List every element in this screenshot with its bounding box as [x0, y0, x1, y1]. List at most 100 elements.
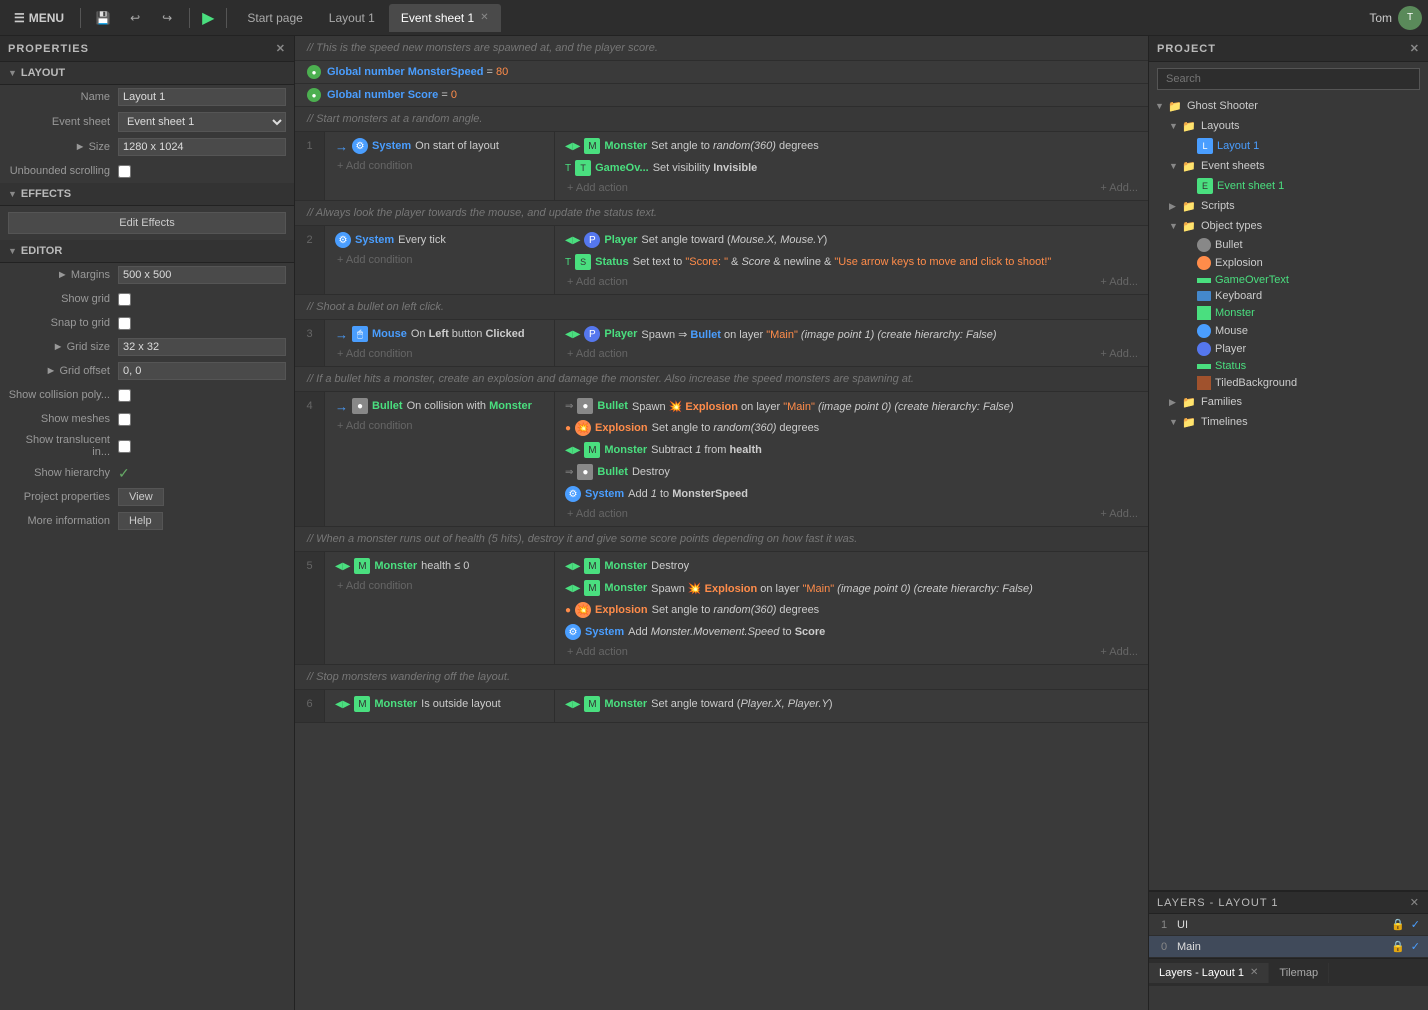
tab-layout-1[interactable]: Layout 1 — [317, 4, 387, 32]
tree-item-ghost-shooter[interactable]: ▼ 📁 Ghost Shooter — [1149, 96, 1428, 116]
show-collision-checkbox[interactable] — [118, 389, 131, 402]
undo-button[interactable]: ↩ — [121, 4, 149, 32]
action-1-1[interactable]: ◀▶ M Monster Set angle to random(360) de… — [561, 136, 1082, 156]
action-1-2[interactable]: T T GameOv... Set visibility Invisible — [561, 158, 1082, 178]
grid-size-input[interactable] — [118, 338, 286, 356]
action-4-5[interactable]: ⚙ System Add 1 to MonsterSpeed — [561, 484, 1082, 504]
tree-item-bullet[interactable]: Bullet — [1149, 236, 1428, 254]
tree-item-event-sheet-1[interactable]: E Event sheet 1 — [1149, 176, 1428, 196]
size-input[interactable] — [118, 138, 286, 156]
add-action-3[interactable]: + Add action — [561, 346, 1082, 362]
comment-3: // Always look the player towards the mo… — [295, 201, 1148, 226]
add-condition-1[interactable]: + Add condition — [331, 158, 548, 174]
tree-item-player[interactable]: Player — [1149, 340, 1428, 358]
properties-close-button[interactable]: ✕ — [276, 42, 286, 55]
layer-lock-icon-ui[interactable]: 🔒 — [1391, 918, 1405, 931]
effects-section-header[interactable]: ▼ EFFECTS — [0, 183, 294, 206]
margins-label: ► Margins — [8, 269, 118, 281]
add-right-2[interactable]: + Add... — [1094, 274, 1144, 290]
add-action-4[interactable]: + Add action — [561, 506, 1082, 522]
show-translucent-checkbox[interactable] — [118, 440, 131, 453]
layer-vis-icon-main[interactable]: ✓ — [1411, 940, 1420, 953]
action-2-1[interactable]: ◀▶ P Player Set angle toward (Mouse.X, M… — [561, 230, 1082, 250]
tree-item-event-sheets[interactable]: ▼ 📁 Event sheets — [1149, 156, 1428, 176]
more-info-button[interactable]: Help — [118, 512, 163, 530]
project-search-input[interactable] — [1157, 68, 1420, 90]
bottom-tab-tilemap[interactable]: Tilemap — [1269, 963, 1329, 983]
tree-item-object-types[interactable]: ▼ 📁 Object types — [1149, 216, 1428, 236]
add-right-3[interactable]: + Add... — [1094, 346, 1144, 362]
layer-lock-icon-main[interactable]: 🔒 — [1391, 940, 1405, 953]
add-action-5[interactable]: + Add action — [561, 644, 1082, 660]
layer-row-main[interactable]: 0 Main 🔒 ✓ — [1149, 936, 1428, 958]
layout-section-header[interactable]: ▼ LAYOUT — [0, 62, 294, 85]
cond-3-1[interactable]: → 🖱 Mouse On Left button Clicked — [331, 324, 548, 344]
menu-button[interactable]: ☰ MENU — [6, 7, 72, 29]
cond-4-1[interactable]: → ● Bullet On collision with Monster — [331, 396, 548, 416]
avatar[interactable]: T — [1398, 6, 1422, 30]
tree-item-keyboard[interactable]: Keyboard — [1149, 288, 1428, 304]
cond-2-1[interactable]: ⚙ System Every tick — [331, 230, 548, 250]
tree-item-scripts[interactable]: ▶ 📁 Scripts — [1149, 196, 1428, 216]
add-right-5[interactable]: + Add... — [1094, 644, 1144, 660]
show-meshes-checkbox[interactable] — [118, 413, 131, 426]
tab-event-sheet-1[interactable]: Event sheet 1 ✕ — [389, 4, 501, 32]
unbounded-checkbox[interactable] — [118, 165, 131, 178]
margins-input[interactable] — [118, 266, 286, 284]
edit-effects-button[interactable]: Edit Effects — [8, 212, 286, 234]
add-right-4[interactable]: + Add... — [1094, 506, 1144, 522]
add-action-2[interactable]: + Add action — [561, 274, 1082, 290]
project-props-button[interactable]: View — [118, 488, 164, 506]
show-grid-checkbox[interactable] — [118, 293, 131, 306]
add-condition-2[interactable]: + Add condition — [331, 252, 548, 268]
tab-close-icon[interactable]: ✕ — [480, 12, 488, 23]
layers-close-button[interactable]: ✕ — [1410, 896, 1420, 909]
tree-item-families[interactable]: ▶ 📁 Families — [1149, 392, 1428, 412]
tree-item-explosion[interactable]: Explosion — [1149, 254, 1428, 272]
bottom-tab-layers-close[interactable]: ✕ — [1250, 967, 1258, 978]
grid-offset-input[interactable] — [118, 362, 286, 380]
tab-start-page[interactable]: Start page — [235, 4, 314, 32]
tree-item-monster[interactable]: Monster — [1149, 304, 1428, 322]
tree-item-status[interactable]: Status — [1149, 358, 1428, 374]
action-5-2[interactable]: ◀▶ M Monster Spawn 💥 Explosion on layer … — [561, 578, 1082, 598]
tree-item-layout-1[interactable]: L Layout 1 — [1149, 136, 1428, 156]
cond-1-1[interactable]: → ⚙ System On start of layout — [331, 136, 548, 156]
play-button[interactable]: ▶ — [198, 8, 218, 28]
layer-row-ui[interactable]: 1 UI 🔒 ✓ — [1149, 914, 1428, 936]
add-condition-4[interactable]: + Add condition — [331, 418, 548, 434]
tree-item-mouse[interactable]: Mouse — [1149, 322, 1428, 340]
tree-item-gameovertext[interactable]: GameOverText — [1149, 272, 1428, 288]
save-button[interactable]: 💾 — [89, 4, 117, 32]
action-4-3[interactable]: ◀▶ M Monster Subtract 1 from health — [561, 440, 1082, 460]
redo-button[interactable]: ↪ — [153, 4, 181, 32]
add-condition-3[interactable]: + Add condition — [331, 346, 548, 362]
snap-to-grid-checkbox[interactable] — [118, 317, 131, 330]
folder-icon-object-types: 📁 — [1181, 218, 1197, 234]
action-4-1[interactable]: ⇒ ● Bullet Spawn 💥 Explosion on layer "M… — [561, 396, 1082, 416]
editor-section-header[interactable]: ▼ EDITOR — [0, 240, 294, 263]
tree-item-tiledbg[interactable]: TiledBackground — [1149, 374, 1428, 392]
action-6-1[interactable]: ◀▶ M Monster Set angle toward (Player.X,… — [561, 694, 1142, 714]
event-5: 5 ◀▶ M Monster health ≤ 0 + Add conditio… — [295, 552, 1148, 665]
tree-item-timelines[interactable]: ▼ 📁 Timelines — [1149, 412, 1428, 432]
cond-6-1[interactable]: ◀▶ M Monster Is outside layout — [331, 694, 548, 714]
event-4-actions: ⇒ ● Bullet Spawn 💥 Explosion on layer "M… — [555, 392, 1088, 526]
project-close-button[interactable]: ✕ — [1410, 42, 1420, 55]
layer-vis-icon-ui[interactable]: ✓ — [1411, 918, 1420, 931]
action-3-1[interactable]: ◀▶ P Player Spawn ⇒ Bullet on layer "Mai… — [561, 324, 1082, 344]
event-sheet-select[interactable]: Event sheet 1 — [118, 112, 286, 132]
name-input[interactable] — [118, 88, 286, 106]
tree-item-layouts[interactable]: ▼ 📁 Layouts — [1149, 116, 1428, 136]
action-5-3[interactable]: ● 💥 Explosion Set angle to random(360) d… — [561, 600, 1082, 620]
action-4-4[interactable]: ⇒ ● Bullet Destroy — [561, 462, 1082, 482]
cond-5-1[interactable]: ◀▶ M Monster health ≤ 0 — [331, 556, 548, 576]
action-2-2[interactable]: T S Status Set text to "Score: " & Score… — [561, 252, 1082, 272]
add-action-1[interactable]: + Add action — [561, 180, 1082, 196]
add-condition-5[interactable]: + Add condition — [331, 578, 548, 594]
action-5-1[interactable]: ◀▶ M Monster Destroy — [561, 556, 1082, 576]
action-4-2[interactable]: ● 💥 Explosion Set angle to random(360) d… — [561, 418, 1082, 438]
bottom-tab-layers[interactable]: Layers - Layout 1 ✕ — [1149, 963, 1269, 983]
add-right-1[interactable]: + Add... — [1094, 180, 1144, 196]
action-5-4[interactable]: ⚙ System Add Monster.Movement.Speed to S… — [561, 622, 1082, 642]
